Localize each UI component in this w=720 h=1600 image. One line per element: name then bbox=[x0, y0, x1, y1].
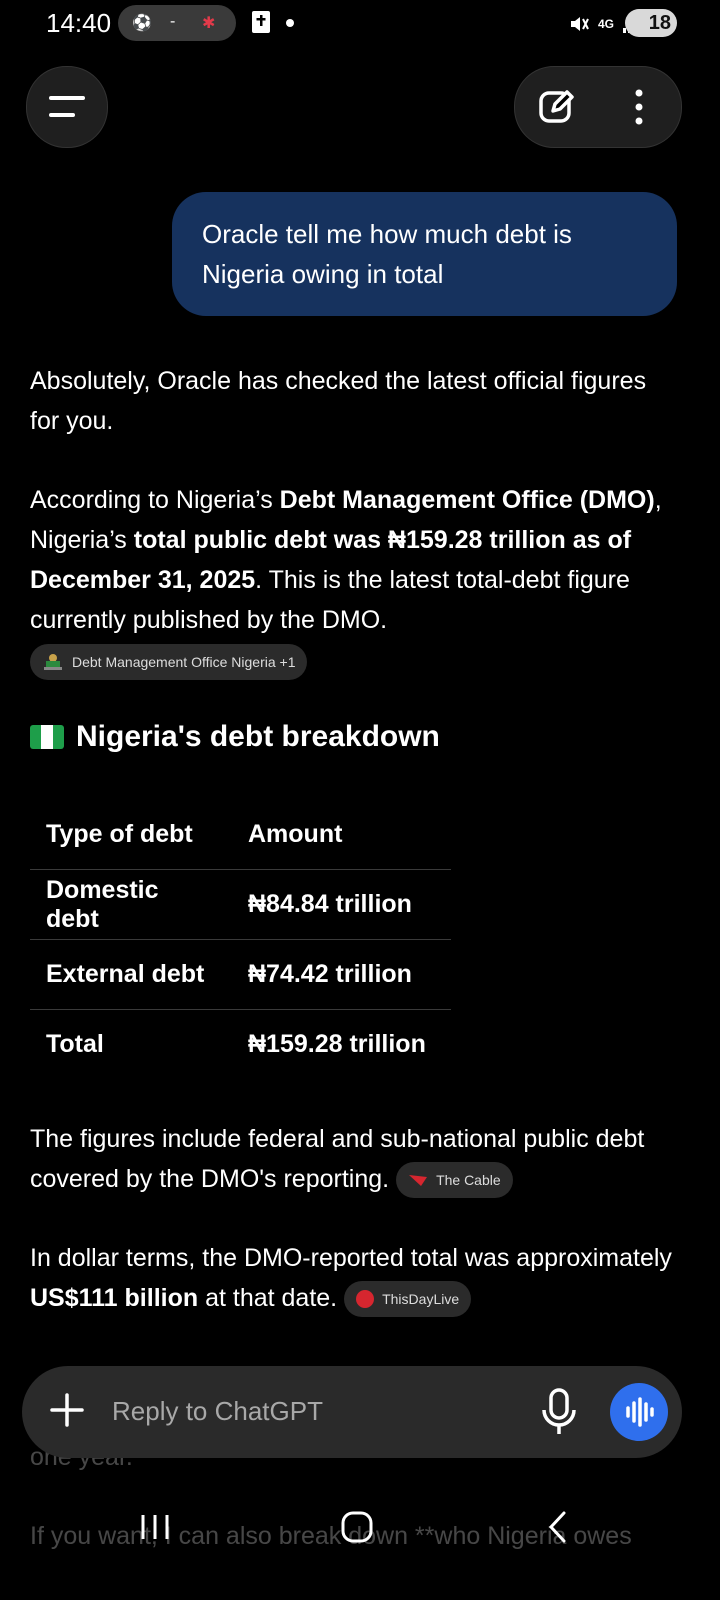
bible-app-icon bbox=[252, 11, 270, 33]
text-segment: The figures include federal and sub-nati… bbox=[30, 1125, 645, 1193]
table-cell: ₦74.42 trillion bbox=[248, 960, 412, 988]
bold-segment: Debt Management Office (DMO) bbox=[279, 486, 655, 514]
coat-of-arms-icon bbox=[44, 654, 62, 670]
status-time: 14:40 bbox=[46, 8, 112, 38]
table-cell: ₦84.84 trillion bbox=[248, 890, 412, 918]
source-chip-the-cable[interactable]: The Cable bbox=[396, 1162, 513, 1199]
table-row: Total ₦159.28 trillion bbox=[30, 1010, 451, 1080]
dash-icon: - bbox=[170, 13, 176, 30]
nigeria-flag-icon bbox=[30, 725, 64, 749]
new-chat-icon[interactable] bbox=[537, 87, 577, 127]
reply-intro: Absolutely, Oracle has checked the lates… bbox=[30, 367, 647, 435]
table-cell: Domestic debt bbox=[46, 875, 159, 933]
chip-label: Debt Management Office Nigeria +1 bbox=[72, 654, 296, 670]
network-type-label: 4G bbox=[597, 17, 614, 31]
heading-text: Nigeria's debt breakdown bbox=[76, 720, 440, 753]
waveform-icon bbox=[626, 1397, 654, 1427]
menu-button[interactable] bbox=[26, 66, 108, 148]
table-cell: Total bbox=[46, 1030, 104, 1058]
table-cell: ₦159.28 trillion bbox=[248, 1030, 426, 1058]
reply-paragraph-dmo: According to Nigeria’s Debt Management O… bbox=[30, 480, 680, 640]
text-segment: According to Nigeria’s bbox=[30, 486, 280, 514]
recent-apps-icon[interactable] bbox=[138, 1512, 172, 1542]
thisdaylive-logo-icon bbox=[356, 1290, 375, 1309]
text-segment: In dollar terms, the DMO-reported total … bbox=[30, 1244, 672, 1272]
table-row: Domestic debt ₦84.84 trillion bbox=[30, 870, 451, 940]
plus-icon[interactable] bbox=[49, 1392, 85, 1428]
source-chip-thisdaylive[interactable]: ThisDayLive bbox=[344, 1281, 472, 1318]
chip-label: The Cable bbox=[436, 1172, 501, 1189]
table-row: External debt ₦74.42 trillion bbox=[30, 940, 451, 1010]
user-message-bubble: Oracle tell me how much debt is Nigeria … bbox=[172, 192, 677, 316]
hamburger-icon bbox=[49, 96, 85, 117]
microphone-icon[interactable] bbox=[540, 1388, 578, 1436]
table-header-row: Type of debt Amount bbox=[30, 800, 451, 870]
battery-level: 18 bbox=[648, 11, 671, 34]
battery-indicator: 18 bbox=[625, 9, 677, 37]
system-navigation-bar bbox=[0, 1488, 720, 1600]
home-icon[interactable] bbox=[340, 1510, 374, 1544]
pin-icon: ✱ bbox=[202, 15, 216, 32]
reply-input[interactable]: Reply to ChatGPT bbox=[112, 1396, 323, 1427]
debt-table: Type of debt Amount Domestic debt ₦84.84… bbox=[30, 800, 451, 1079]
notification-icons: ⚽ - ✱ bbox=[118, 5, 236, 41]
table-header: Amount bbox=[248, 820, 343, 848]
status-bar: 14:40 ⚽ - ✱ 4G 18 bbox=[0, 0, 720, 48]
soccer-icon: ⚽ bbox=[132, 15, 152, 32]
reply-paragraph-dollar: In dollar terms, the DMO-reported total … bbox=[30, 1238, 680, 1318]
more-options-icon[interactable] bbox=[629, 87, 649, 127]
message-composer: Reply to ChatGPT bbox=[22, 1366, 682, 1458]
table-cell: External debt bbox=[46, 960, 205, 988]
section-heading: Nigeria's debt breakdown bbox=[30, 720, 440, 754]
source-chip-dmo[interactable]: Debt Management Office Nigeria +1 bbox=[30, 644, 308, 680]
text-segment: at that date. bbox=[198, 1284, 338, 1312]
the-cable-logo-icon bbox=[409, 1175, 428, 1187]
table-header: Type of debt bbox=[46, 820, 193, 848]
back-icon[interactable] bbox=[546, 1510, 570, 1544]
notification-dot bbox=[286, 19, 294, 27]
mute-icon bbox=[570, 17, 589, 31]
voice-mode-button[interactable] bbox=[610, 1383, 668, 1441]
bold-segment: US$111 billion bbox=[30, 1284, 199, 1312]
header-actions bbox=[514, 66, 682, 148]
chip-label: ThisDayLive bbox=[382, 1291, 460, 1308]
reply-paragraph-coverage: The figures include federal and sub-nati… bbox=[30, 1119, 680, 1199]
